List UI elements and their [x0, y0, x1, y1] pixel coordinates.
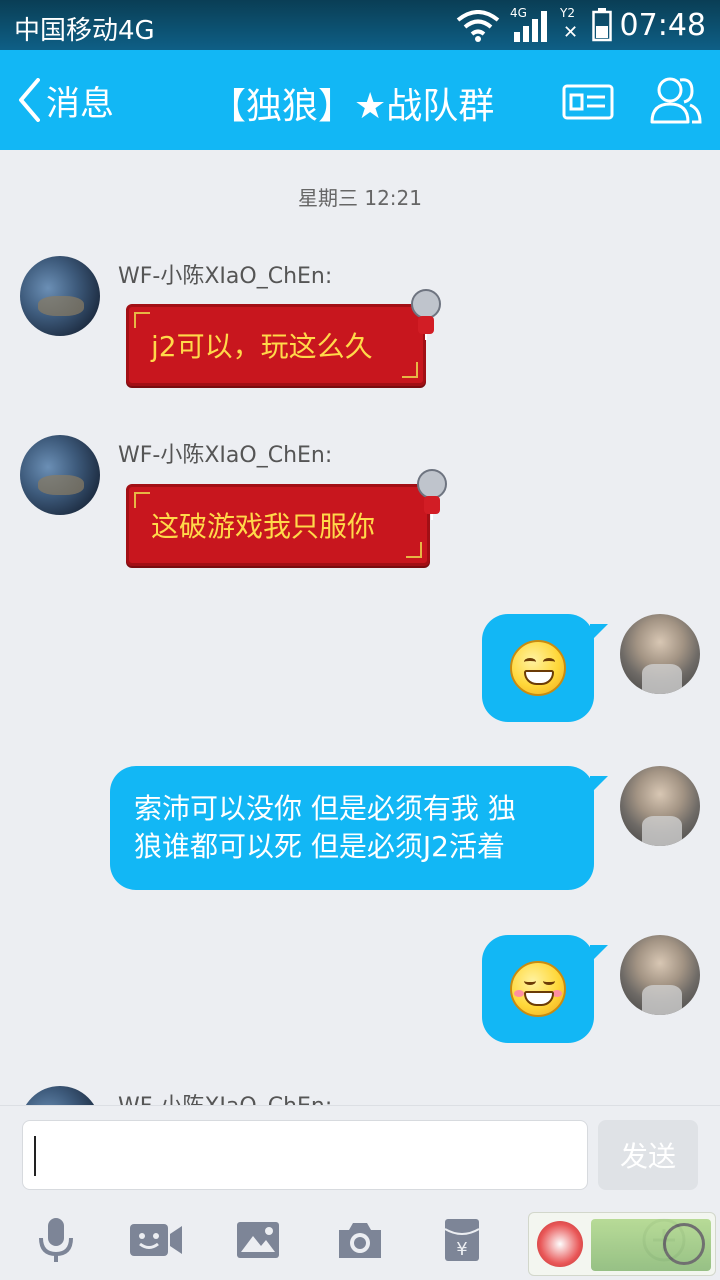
- my-avatar[interactable]: [620, 766, 700, 846]
- svg-text:¥: ¥: [456, 1239, 467, 1260]
- blush-grin-emoji-icon: [510, 961, 566, 1017]
- chat-title: 【独狼】★战队群: [210, 86, 495, 127]
- microphone-icon: [39, 1218, 73, 1262]
- camera-icon: [339, 1223, 381, 1258]
- sim-slot-badge: Y2: [560, 6, 575, 20]
- send-button[interactable]: 发送: [598, 1120, 698, 1190]
- clock: 07:48: [619, 8, 706, 43]
- group-members-icon: [650, 77, 702, 124]
- image-icon: [237, 1222, 279, 1258]
- signal-icon: 4G: [510, 6, 550, 42]
- sender-avatar[interactable]: [20, 435, 100, 515]
- message-bubble[interactable]: 这破游戏我只服你: [126, 484, 430, 566]
- voice-button[interactable]: [28, 1215, 84, 1265]
- bubble-pendant-icon: [417, 469, 447, 520]
- bubble-pendant-icon: [411, 289, 441, 340]
- message-text-line: 狼谁都可以死 但是必须J2活着: [134, 830, 505, 863]
- sender-name: WF-小陈XIaO_ChEn:: [118, 1088, 332, 1105]
- message-timestamp: 星期三 12:21: [298, 186, 422, 210]
- site-watermark-logo: [528, 1212, 716, 1276]
- grin-emoji-icon: [510, 640, 566, 696]
- sender-avatar[interactable]: [20, 1086, 100, 1105]
- wifi-icon: [456, 10, 500, 42]
- back-button[interactable]: 消息: [18, 78, 114, 124]
- group-profile-button[interactable]: [562, 84, 614, 124]
- carrier-name: 中国移动4G: [14, 16, 155, 46]
- message-input[interactable]: [22, 1120, 588, 1190]
- message-bubble[interactable]: j2可以，玩这么久: [126, 304, 426, 386]
- message-text-line: 索沛可以没你 但是必须有我 独: [134, 792, 516, 825]
- message-bubble[interactable]: 索沛可以没你 但是必须有我 独 狼谁都可以死 但是必须J2活着: [110, 766, 594, 890]
- group-members-button[interactable]: [648, 72, 704, 132]
- text-caret: [34, 1136, 36, 1176]
- bubble-tail: [590, 624, 608, 642]
- title-bar: 消息 【独狼】★战队群: [0, 50, 720, 150]
- status-icons: 4G Y2 ✕: [456, 6, 612, 43]
- bubble-tail: [590, 945, 608, 963]
- image-button[interactable]: [230, 1215, 286, 1265]
- sender-avatar[interactable]: [20, 256, 100, 336]
- camera-button[interactable]: [332, 1215, 388, 1265]
- red-packet-icon: ¥: [444, 1219, 480, 1261]
- battery-icon: [592, 8, 612, 42]
- no-sim-icon: Y2 ✕: [560, 6, 579, 43]
- profile-card-icon: [562, 84, 614, 120]
- my-avatar[interactable]: [620, 935, 700, 1015]
- sender-name: WF-小陈XIaO_ChEn:: [118, 264, 333, 289]
- back-chevron-icon: [19, 78, 40, 122]
- red-packet-button[interactable]: ¥: [434, 1215, 490, 1265]
- sender-name: WF-小陈XIaO_ChEn:: [118, 443, 333, 468]
- my-avatar[interactable]: [620, 614, 700, 694]
- back-label: 消息: [46, 83, 114, 124]
- message-bubble[interactable]: [482, 614, 594, 722]
- message-input-bar: 发送: [0, 1105, 720, 1205]
- video-call-icon: [130, 1224, 182, 1256]
- message-bubble[interactable]: [482, 935, 594, 1043]
- bubble-tail: [590, 776, 608, 794]
- video-call-button[interactable]: [128, 1215, 184, 1265]
- status-bar: 中国移动4G 4G Y2 ✕ 07:48: [0, 0, 720, 50]
- chat-message-list[interactable]: 星期三 12:21 WF-小陈XIaO_ChEn: j2可以，玩这么久 WF-小…: [0, 150, 720, 1105]
- message-text: j2可以，玩这么久: [151, 330, 373, 363]
- message-text: 这破游戏我只服你: [151, 510, 376, 543]
